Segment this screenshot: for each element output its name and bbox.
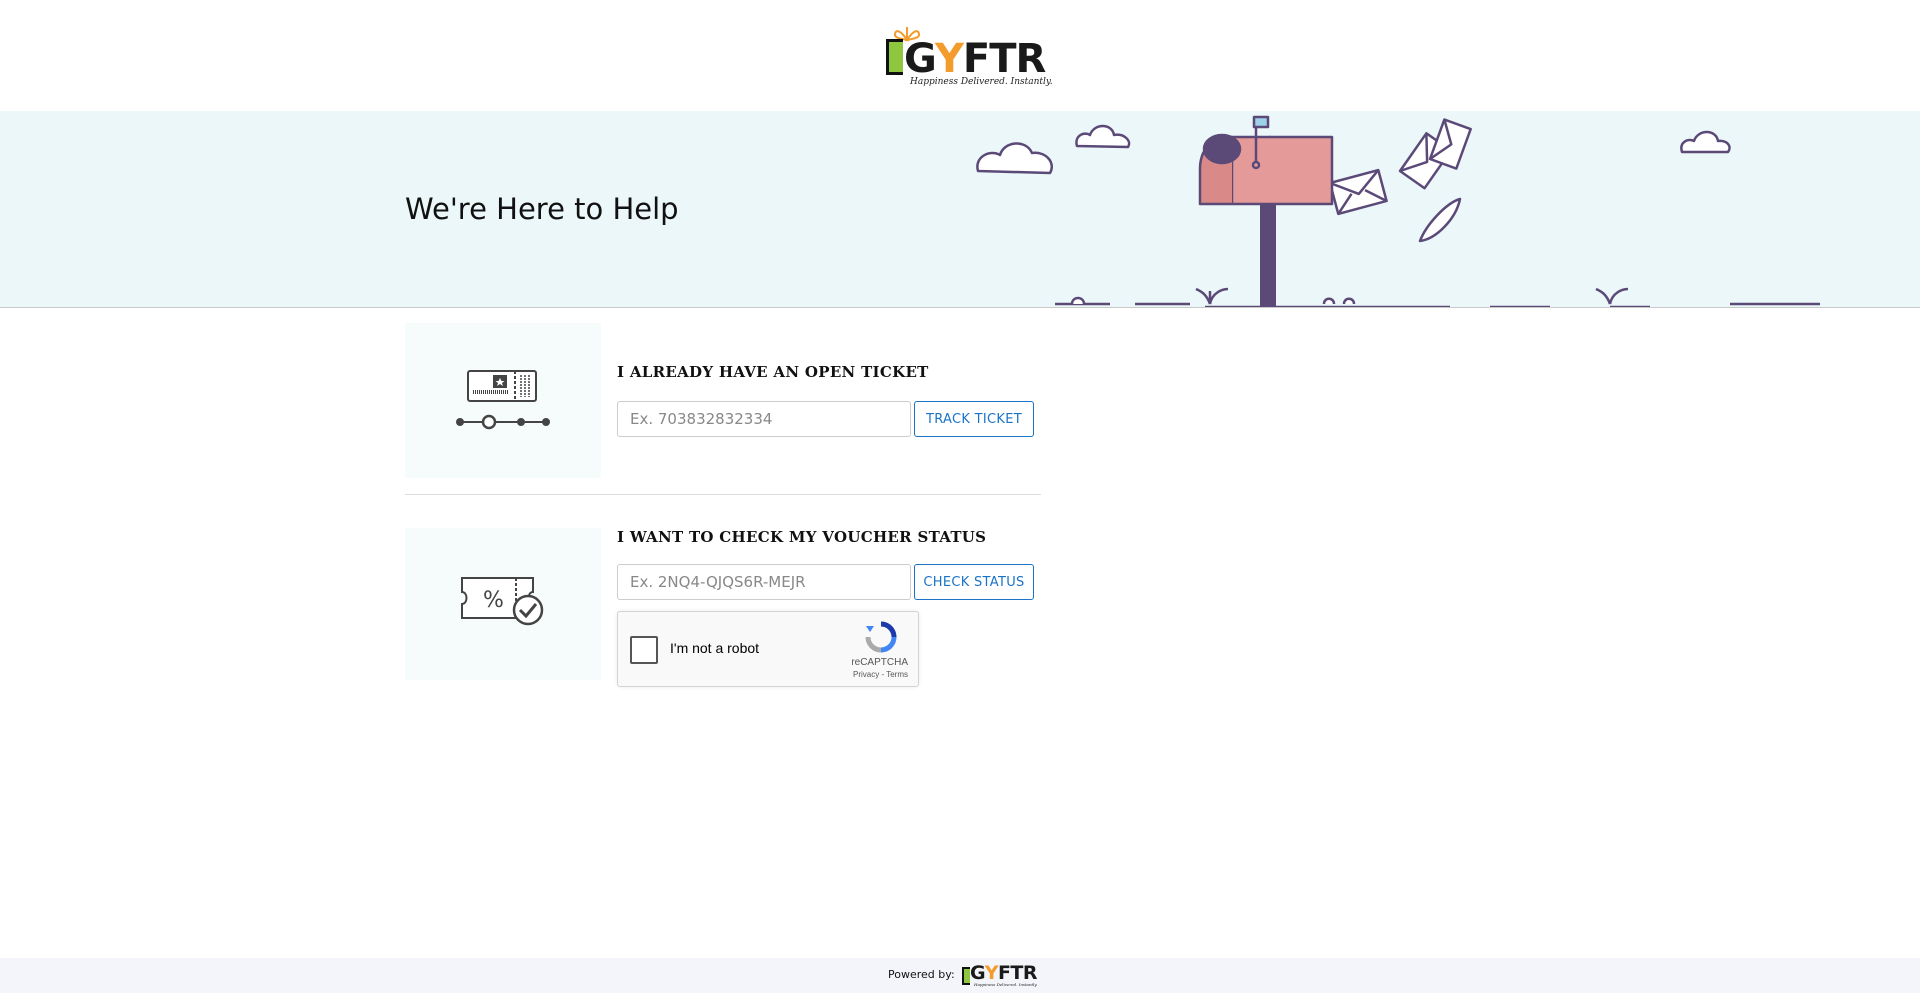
footer-logo-gift-box xyxy=(962,967,970,985)
cloud-icon xyxy=(1075,124,1131,149)
recaptcha-widget: I'm not a robot reCAPTCHA Privacy - Term… xyxy=(617,611,919,687)
ticket-icon-panel xyxy=(405,323,601,478)
ticket-number-input[interactable] xyxy=(617,401,911,437)
recaptcha-privacy-terms[interactable]: Privacy - Terms xyxy=(853,670,908,679)
logo-wordmark: GYFTR xyxy=(904,36,1046,82)
voucher-code-input[interactable] xyxy=(617,564,911,600)
envelope-icon xyxy=(1428,118,1472,170)
track-ticket-button[interactable]: TRACK TICKET xyxy=(914,401,1034,437)
mailbox-illustration xyxy=(976,115,1820,307)
logo-tagline: Happiness Delivered. Instantly. xyxy=(910,77,1053,87)
voucher-status-heading: I WANT TO CHECK MY VOUCHER STATUS xyxy=(617,528,987,546)
voucher-icon-panel: % xyxy=(405,528,601,680)
svg-text:%: % xyxy=(483,588,504,613)
envelope-icon xyxy=(1328,168,1388,216)
gyftr-logo[interactable]: GYFTR Happiness Delivered. Instantly. xyxy=(886,22,1053,90)
recaptcha-label: I'm not a robot xyxy=(670,640,760,656)
footer-logo-wordmark: GYFTR xyxy=(970,962,1038,984)
hero-banner: We're Here to Help xyxy=(0,111,1920,308)
site-footer: Powered by: GYFTR Happiness Delivered. I… xyxy=(0,958,1920,993)
cloud-icon xyxy=(1680,130,1731,154)
page-title: We're Here to Help xyxy=(405,192,679,226)
open-ticket-heading: I ALREADY HAVE AN OPEN TICKET xyxy=(617,363,929,381)
recaptcha-checkbox[interactable] xyxy=(630,636,658,664)
footer-gyftr-logo[interactable]: GYFTR Happiness Delivered. Instantly. xyxy=(962,961,1038,989)
recaptcha-logo-icon xyxy=(865,621,897,653)
logo-gift-box xyxy=(886,39,903,75)
powered-by-label: Powered by: xyxy=(888,968,955,981)
cloud-icon xyxy=(976,142,1053,175)
check-status-button[interactable]: CHECK STATUS xyxy=(914,564,1034,600)
voucher-discount-icon: % xyxy=(461,577,544,626)
ticket-icon xyxy=(456,370,550,430)
recaptcha-brand: reCAPTCHA xyxy=(851,657,908,668)
site-header: GYFTR Happiness Delivered. Instantly. xyxy=(0,0,1920,111)
footer-logo-tagline: Happiness Delivered. Instantly. xyxy=(974,982,1038,987)
voucher-status-section: % I WANT TO CHECK MY VOUCHER STATUS CHEC… xyxy=(405,528,1041,693)
open-ticket-section: I ALREADY HAVE AN OPEN TICKET TRACK TICK… xyxy=(405,323,1041,495)
